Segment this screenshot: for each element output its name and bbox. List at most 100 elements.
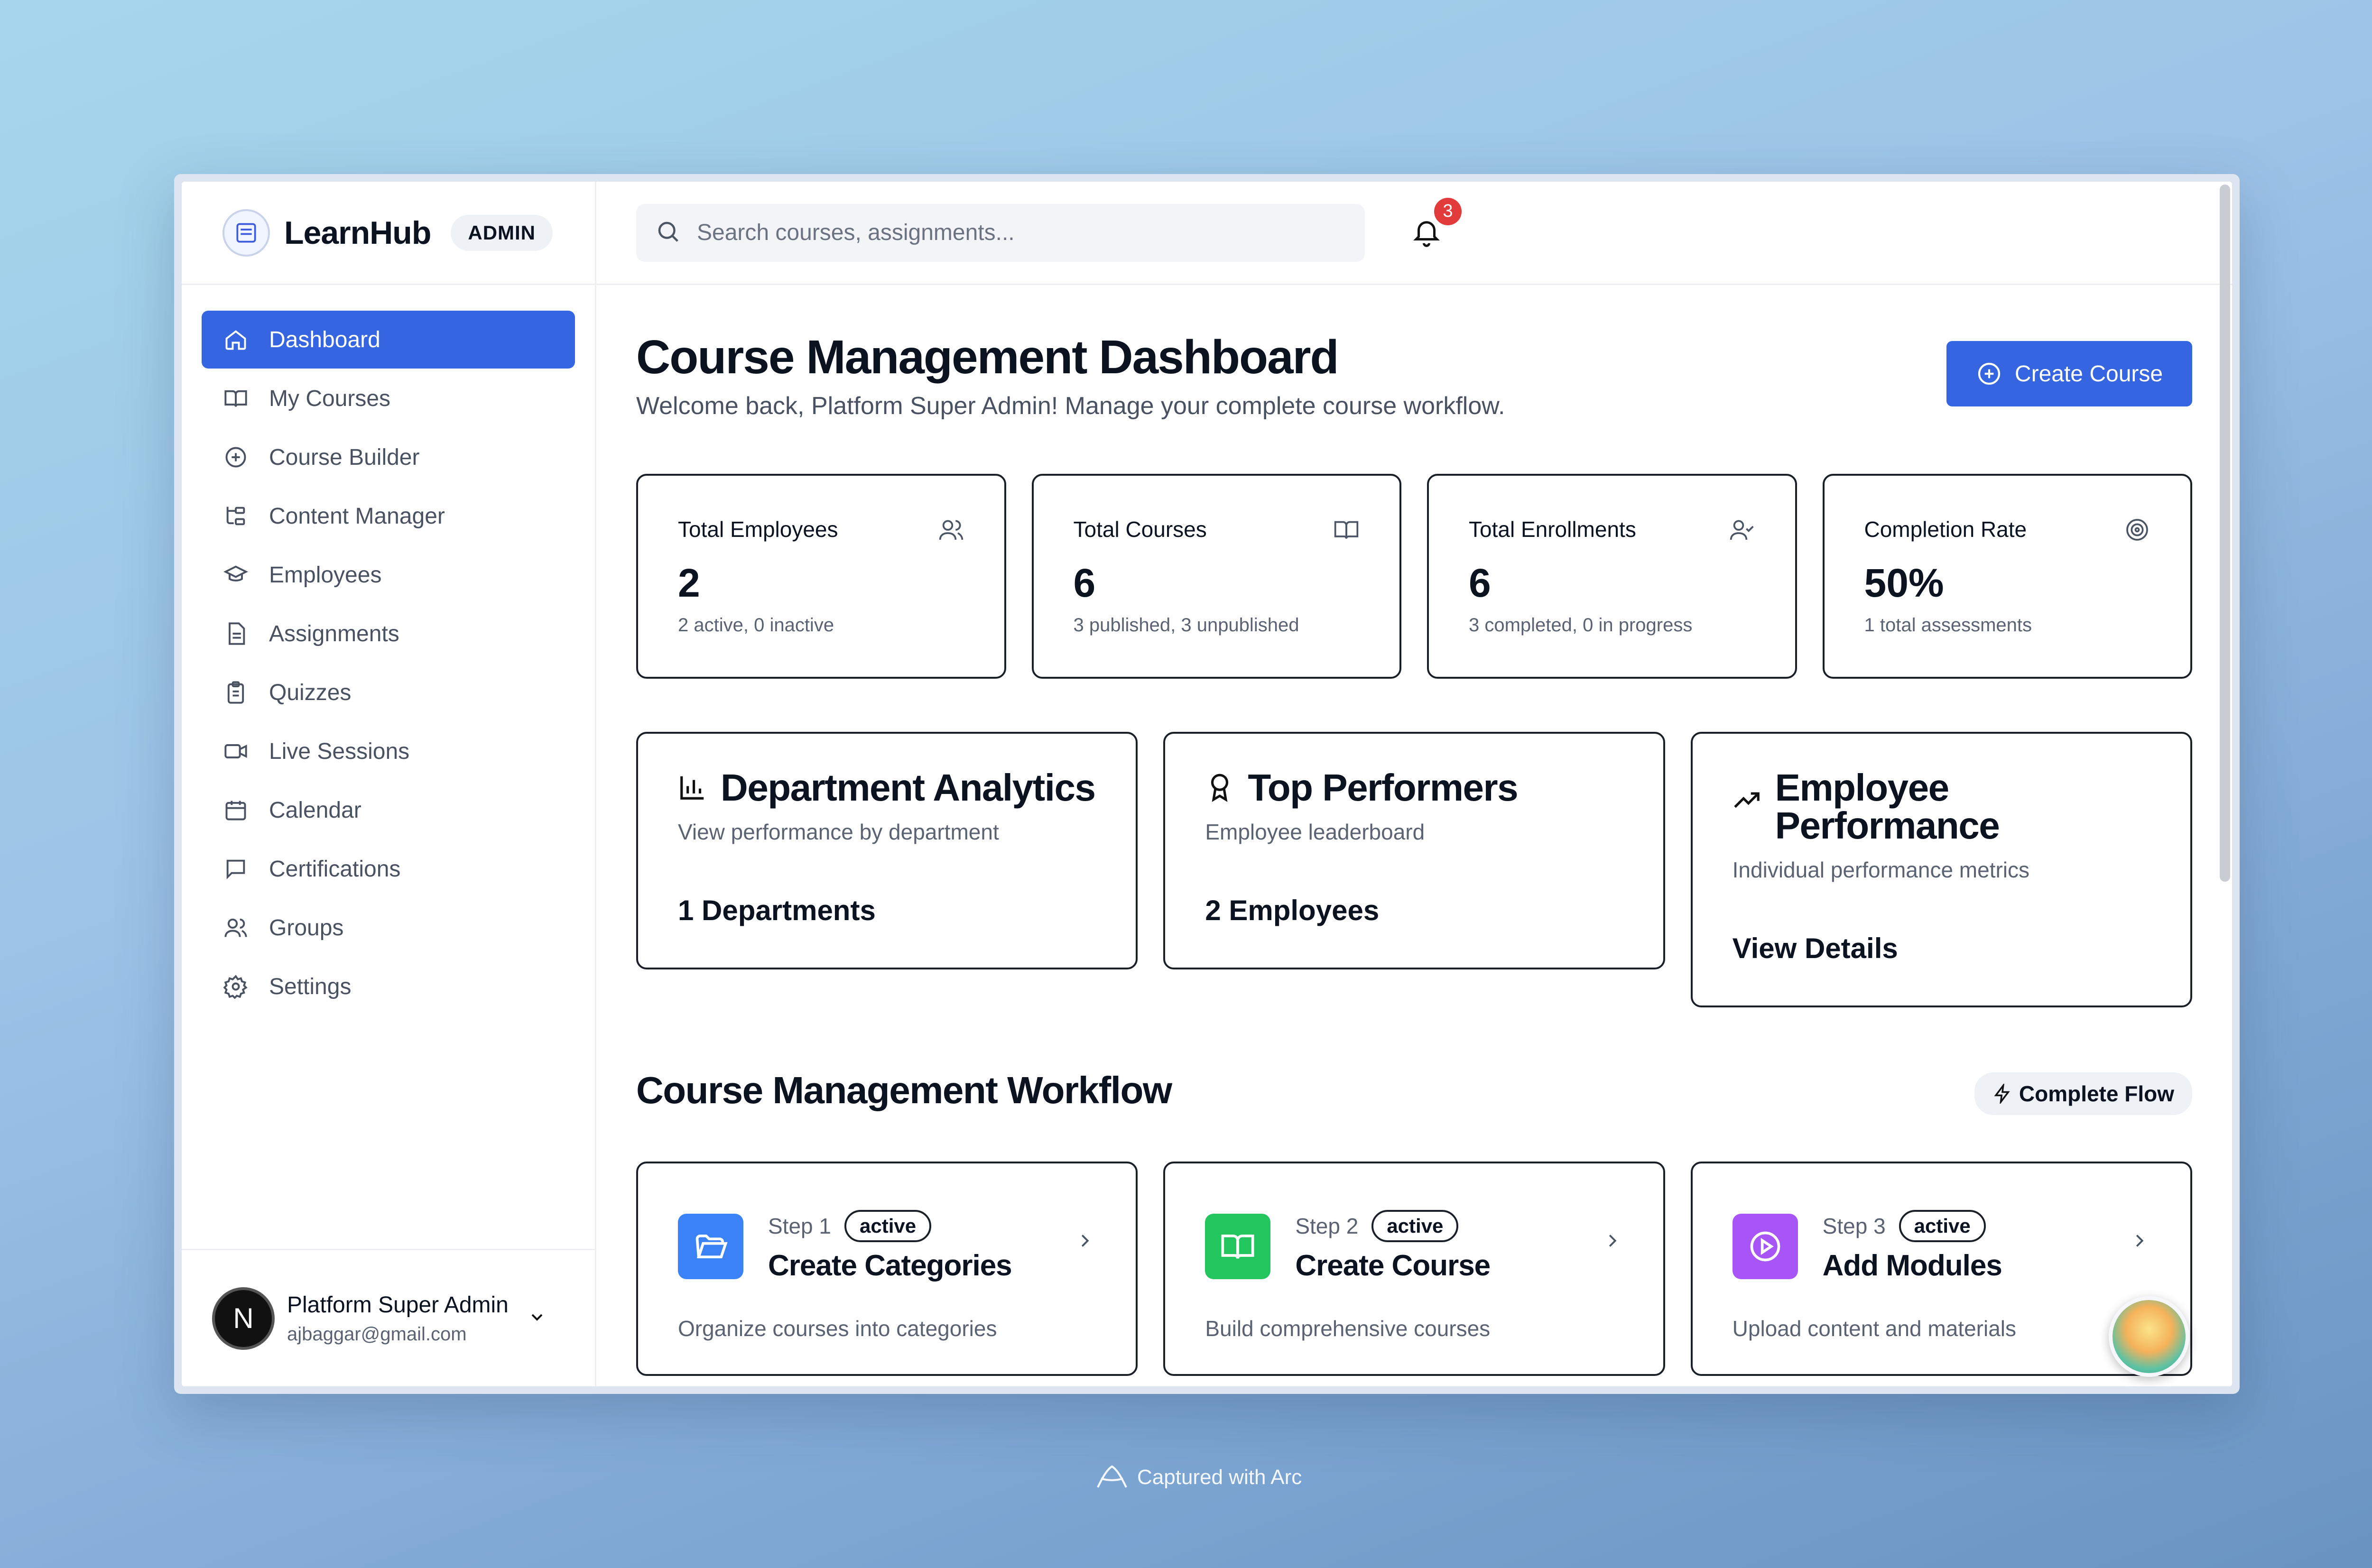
sidebar-nav: Dashboard My Courses Course Builder Cont… [182, 285, 595, 1015]
card-value: 1 Departments [678, 895, 876, 926]
assistant-avatar[interactable] [2109, 1296, 2189, 1377]
search-box[interactable] [636, 203, 1365, 262]
sidebar-item-assignments[interactable]: Assignments [202, 605, 575, 663]
search-input[interactable] [697, 220, 1314, 246]
notifications-button[interactable]: 3 [1408, 197, 1462, 252]
stat-card-completion: Completion Rate 50% 1 total assessments [1822, 474, 2192, 679]
step-name: Create Categories [768, 1249, 1012, 1282]
top-performers-card[interactable]: Top Performers Employee leaderboard 2 Em… [1163, 732, 1665, 969]
workflow-step-1[interactable]: Step 1 active Create Categories Organize … [636, 1162, 1138, 1376]
card-title: Top Performers [1248, 766, 1518, 809]
user-info: Platform Super Admin ajbaggar@gmail.com [287, 1292, 509, 1345]
step-number: Step 3 [1822, 1214, 1886, 1238]
chevron-right-icon [2129, 1230, 2150, 1254]
search-icon [655, 219, 681, 247]
user-menu[interactable]: N Platform Super Admin ajbaggar@gmail.co… [182, 1249, 595, 1386]
scrollbar[interactable] [2220, 184, 2230, 882]
card-title: Department Analytics [721, 766, 1096, 809]
card-desc: View performance by department [678, 820, 999, 844]
video-icon [222, 737, 250, 766]
workflow-step-2[interactable]: Step 2 active Create Course Build compreh… [1163, 1162, 1665, 1376]
create-course-button[interactable]: Create Course [1946, 341, 2192, 406]
book-open-icon [222, 384, 250, 413]
play-circle-icon [1732, 1213, 1798, 1279]
sidebar-item-label: Calendar [269, 797, 361, 823]
arc-logo-icon [1097, 1465, 1127, 1488]
user-name: Platform Super Admin [287, 1292, 509, 1318]
step-number: Step 1 [768, 1214, 831, 1238]
sidebar-item-label: Content Manager [269, 503, 445, 529]
employee-performance-card[interactable]: Employee Performance Individual performa… [1690, 732, 2192, 1007]
sidebar-item-settings[interactable]: Settings [202, 958, 575, 1015]
page-title: Course Management Dashboard [636, 331, 1339, 384]
sidebar-item-course-builder[interactable]: Course Builder [202, 428, 575, 486]
sidebar-item-employees[interactable]: Employees [202, 546, 575, 604]
sidebar-item-label: Certifications [269, 856, 401, 882]
sidebar: LearnHub ADMIN Dashboard My Courses Cour… [182, 182, 596, 1386]
sidebar-item-label: Groups [269, 915, 344, 941]
card-value: View Details [1732, 932, 1898, 964]
department-analytics-card[interactable]: Department Analytics View performance by… [636, 732, 1138, 969]
sidebar-item-label: Dashboard [269, 327, 380, 352]
main-area: 3 Course Management Dashboard Welcome ba… [596, 182, 2232, 1386]
stat-sub: 2 active, 0 inactive [678, 615, 834, 636]
card-desc: Individual performance metrics [1732, 858, 2030, 882]
users-icon [222, 913, 250, 942]
workflow-title: Course Management Workflow [636, 1069, 1172, 1111]
card-value: 2 Employees [1205, 895, 1380, 926]
topbar: 3 [596, 182, 2232, 285]
complete-flow-badge: Complete Flow [1974, 1072, 2192, 1115]
step-name: Add Modules [1822, 1249, 2002, 1282]
stat-card-courses: Total Courses 6 3 published, 3 unpublish… [1031, 474, 1401, 679]
sidebar-item-live-sessions[interactable]: Live Sessions [202, 722, 575, 780]
plus-circle-icon [222, 443, 250, 471]
card-title: Employee Performance [1775, 766, 2000, 847]
chevron-right-icon [1602, 1230, 1623, 1254]
app-window: LearnHub ADMIN Dashboard My Courses Cour… [182, 182, 2232, 1386]
sidebar-item-label: Assignments [269, 621, 399, 646]
workflow-steps: Step 1 active Create Categories Organize … [636, 1162, 2192, 1376]
browser-frame: LearnHub ADMIN Dashboard My Courses Cour… [174, 174, 2240, 1394]
role-badge: ADMIN [451, 214, 553, 251]
complete-flow-label: Complete Flow [2019, 1081, 2174, 1106]
card-desc: Employee leaderboard [1205, 820, 1425, 844]
sidebar-item-content-manager[interactable]: Content Manager [202, 487, 575, 545]
sidebar-item-calendar[interactable]: Calendar [202, 781, 575, 839]
step-desc: Organize courses into categories [678, 1316, 997, 1341]
stats-row: Total Employees 2 2 active, 0 inactive T… [636, 474, 2192, 679]
stat-value: 50% [1864, 561, 1944, 605]
brand: LearnHub ADMIN [182, 182, 595, 285]
sidebar-item-quizzes[interactable]: Quizzes [202, 664, 575, 721]
avatar: N [212, 1287, 275, 1350]
graduation-cap-icon [222, 561, 250, 589]
sidebar-item-label: Employees [269, 562, 382, 588]
chevron-down-icon[interactable] [528, 1308, 547, 1329]
sidebar-item-dashboard[interactable]: Dashboard [202, 311, 575, 369]
sidebar-item-label: Course Builder [269, 444, 420, 470]
status-badge: active [844, 1210, 932, 1242]
plus-circle-icon [1978, 362, 2001, 385]
folder-tree-icon [222, 502, 250, 530]
capture-watermark: Captured with Arc [1094, 1463, 1302, 1492]
stat-sub: 3 published, 3 unpublished [1073, 615, 1299, 636]
sidebar-item-certifications[interactable]: Certifications [202, 840, 575, 898]
logo-icon [222, 209, 270, 257]
users-icon [938, 517, 964, 545]
trending-up-icon [1733, 785, 1762, 817]
sidebar-item-groups[interactable]: Groups [202, 899, 575, 957]
status-badge: active [1371, 1210, 1459, 1242]
step-desc: Build comprehensive courses [1205, 1316, 1491, 1341]
award-icon [1205, 773, 1234, 804]
stat-value: 6 [1073, 561, 1096, 605]
user-check-icon [1729, 517, 1755, 545]
stat-sub: 1 total assessments [1864, 615, 2032, 636]
book-open-icon [1333, 517, 1360, 545]
create-course-label: Create Course [2014, 361, 2163, 387]
page-subtitle: Welcome back, Platform Super Admin! Mana… [636, 392, 1505, 420]
home-icon [222, 325, 250, 354]
sidebar-item-label: Live Sessions [269, 738, 410, 764]
step-desc: Upload content and materials [1732, 1316, 2017, 1341]
step-name: Create Course [1295, 1249, 1491, 1282]
stat-value: 6 [1469, 561, 1491, 605]
sidebar-item-my-courses[interactable]: My Courses [202, 369, 575, 427]
